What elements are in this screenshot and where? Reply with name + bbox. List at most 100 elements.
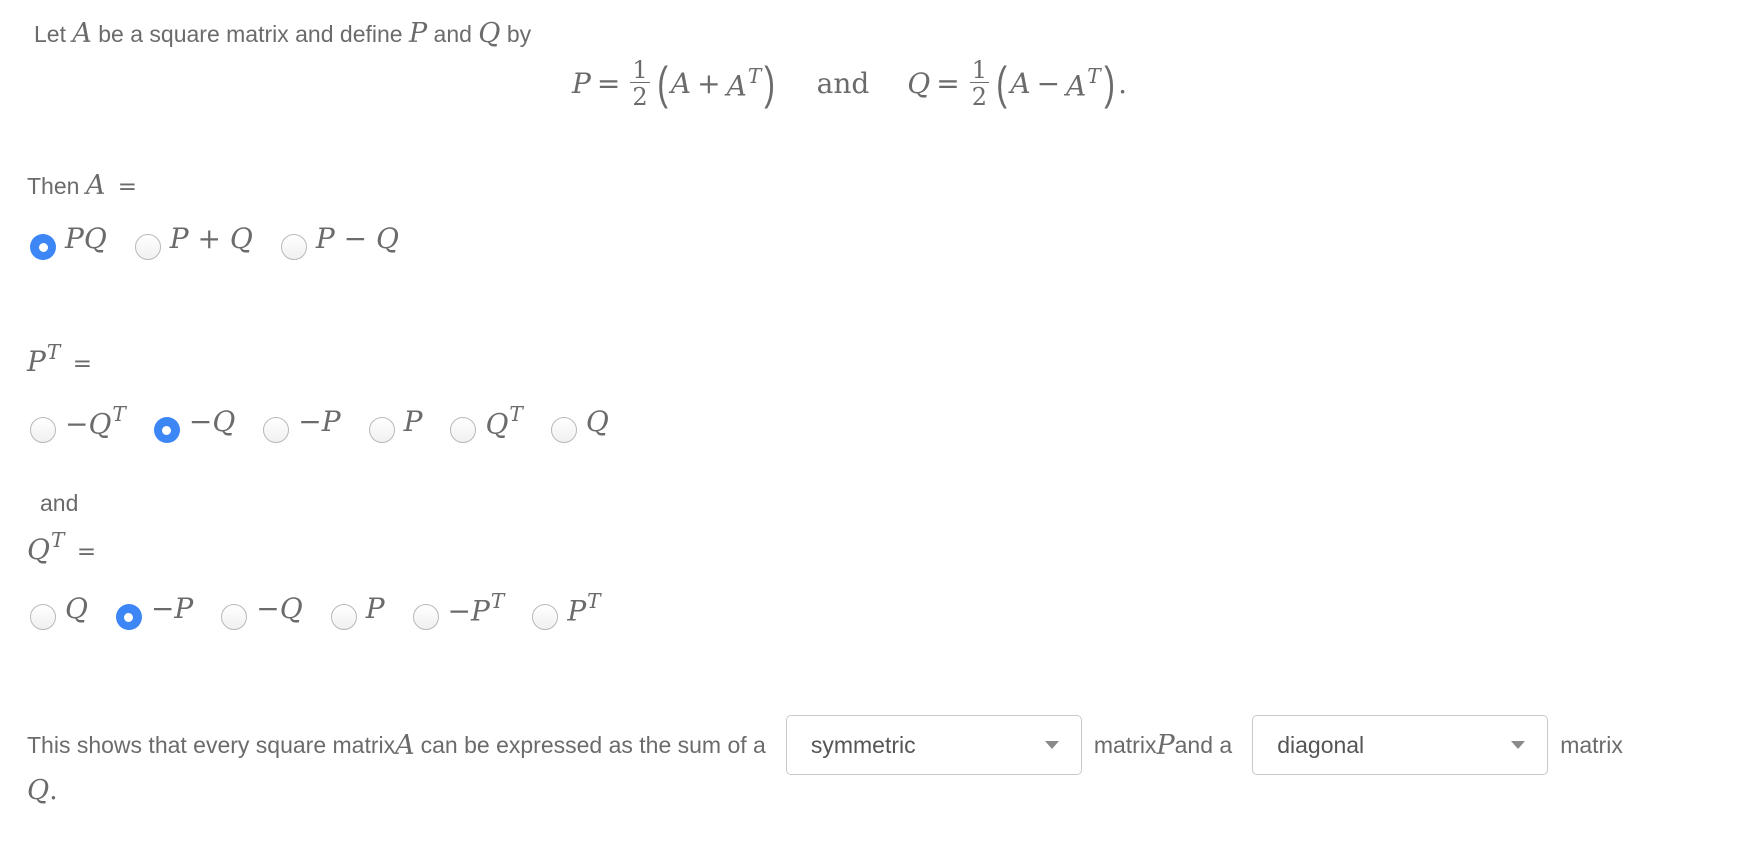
question-3-label: QT = [27,528,102,566]
radio-option-label: P + Q [170,222,253,255]
fraction-den: 2 [632,82,648,111]
option-expression: P [365,591,385,625]
conclusion-text-3: matrix [1093,731,1157,758]
radio-option[interactable]: −P [263,405,341,443]
radio-option[interactable]: P + Q [134,222,253,260]
radio-unchecked-icon[interactable] [263,417,290,443]
radio-option[interactable]: −QT [30,402,126,443]
eq-sign: = [596,66,621,100]
left-paren-2: ( [996,57,1008,109]
radio-option[interactable]: P [368,405,423,443]
radio-option[interactable]: QT [450,402,523,443]
intro-text-4: by [500,21,532,47]
radio-unchecked-icon[interactable] [30,417,56,443]
q3-lhs: QT [27,528,64,566]
radio-option[interactable]: PT [532,589,601,630]
radio-option-label: P [404,405,423,438]
radio-option-label: QT [485,402,522,440]
left-paren: ( [656,57,668,109]
radio-unchecked-icon[interactable] [450,417,477,443]
fraction-half: 12 [630,55,650,111]
option-superscript: T [587,588,601,613]
q2-lhs-sup: T [46,340,61,364]
option-expression: P + Q [169,221,253,255]
radio-checked-icon[interactable] [153,417,180,443]
select-matrix-type-p[interactable]: symmetric [785,715,1082,775]
select-matrix-type-q[interactable]: diagonal [1252,715,1549,775]
radio-option-label: −P [298,405,340,438]
conclusion-var-p: P [1156,729,1175,761]
transpose-sup: T [747,63,762,88]
period: . [1118,66,1127,100]
radio-checked-icon[interactable] [115,604,142,630]
radio-option[interactable]: −Q [153,404,236,443]
option-expression: −P [150,591,194,625]
q3-lhs-sup: T [50,528,65,552]
option-expression: −Q [65,407,112,441]
intro-text-3: and [427,21,479,47]
radio-unchecked-icon[interactable] [221,604,248,630]
radio-option-label: −PT [448,589,505,627]
radio-option[interactable]: Q [550,405,609,443]
radio-option[interactable]: PQ [30,222,107,260]
radio-option[interactable]: P [330,592,385,630]
radio-unchecked-icon[interactable] [412,604,439,630]
question-1-options: PQ P + Q P − Q [30,222,427,260]
radio-unchecked-icon[interactable] [134,234,161,260]
radio-option[interactable]: P − Q [280,222,399,260]
option-expression: −Q [188,404,236,438]
eq-a-base-2: A [1066,69,1087,103]
transpose-sup-2: T [1087,63,1101,88]
radio-option-label: Q [586,405,609,438]
radio-unchecked-icon[interactable] [368,417,395,443]
radio-unchecked-icon[interactable] [532,604,559,630]
radio-option[interactable]: −PT [412,589,505,630]
fraction-num-2: 1 [969,55,990,84]
right-paren: ) [764,57,776,109]
conclusion-text-1: This shows that every square matrix [27,731,396,758]
var-a: A [72,18,92,49]
radio-option-label: Q [65,592,88,625]
eq-a-2: A [1010,66,1031,100]
radio-unchecked-icon[interactable] [550,417,577,443]
radio-unchecked-icon[interactable] [330,604,357,630]
question-1-label: Then A = [27,170,143,201]
option-expression: Q [65,591,88,625]
q1-prefix: Then [27,173,86,199]
var-q: Q [478,18,501,49]
eq-p: P [572,66,591,100]
conclusion-sentence: This shows that every square matrix A ca… [27,715,1623,775]
conclusion-text-4: and a [1174,731,1233,758]
eq-a: A [670,66,692,100]
fraction-num: 1 [630,55,650,84]
option-expression: PQ [65,221,107,255]
radio-option[interactable]: −P [115,592,193,630]
plus-sign: + [697,66,721,100]
q3-eq: = [76,539,97,566]
conclusion-period: . [49,775,58,806]
q1-eq: = [117,174,137,200]
chevron-down-icon [1511,741,1526,749]
radio-checked-icon[interactable] [30,234,56,260]
connector-and: and [40,490,79,516]
radio-option-label: PQ [65,222,107,255]
chevron-down-icon [1044,741,1059,749]
intro-text-1: Let [34,21,73,47]
option-superscript: T [509,401,523,426]
option-expression: P [567,594,587,628]
right-paren-2: ) [1104,57,1115,109]
radio-option[interactable]: −Q [221,592,303,630]
option-expression: −P [447,594,490,628]
radio-unchecked-icon[interactable] [30,604,56,630]
q1-lhs: A [85,170,106,201]
radio-option-label: PT [567,589,600,627]
eq-q: Q [907,66,931,100]
radio-option[interactable]: Q [30,592,88,630]
eq-a-transpose: AT [727,64,762,102]
radio-unchecked-icon[interactable] [280,234,307,260]
conclusion-text-5: matrix [1560,731,1623,758]
radio-option-label: −P [151,592,193,625]
radio-option-label: P [366,592,385,625]
select-1-value: symmetric [810,731,916,758]
radio-option-label: P − Q [316,222,399,255]
